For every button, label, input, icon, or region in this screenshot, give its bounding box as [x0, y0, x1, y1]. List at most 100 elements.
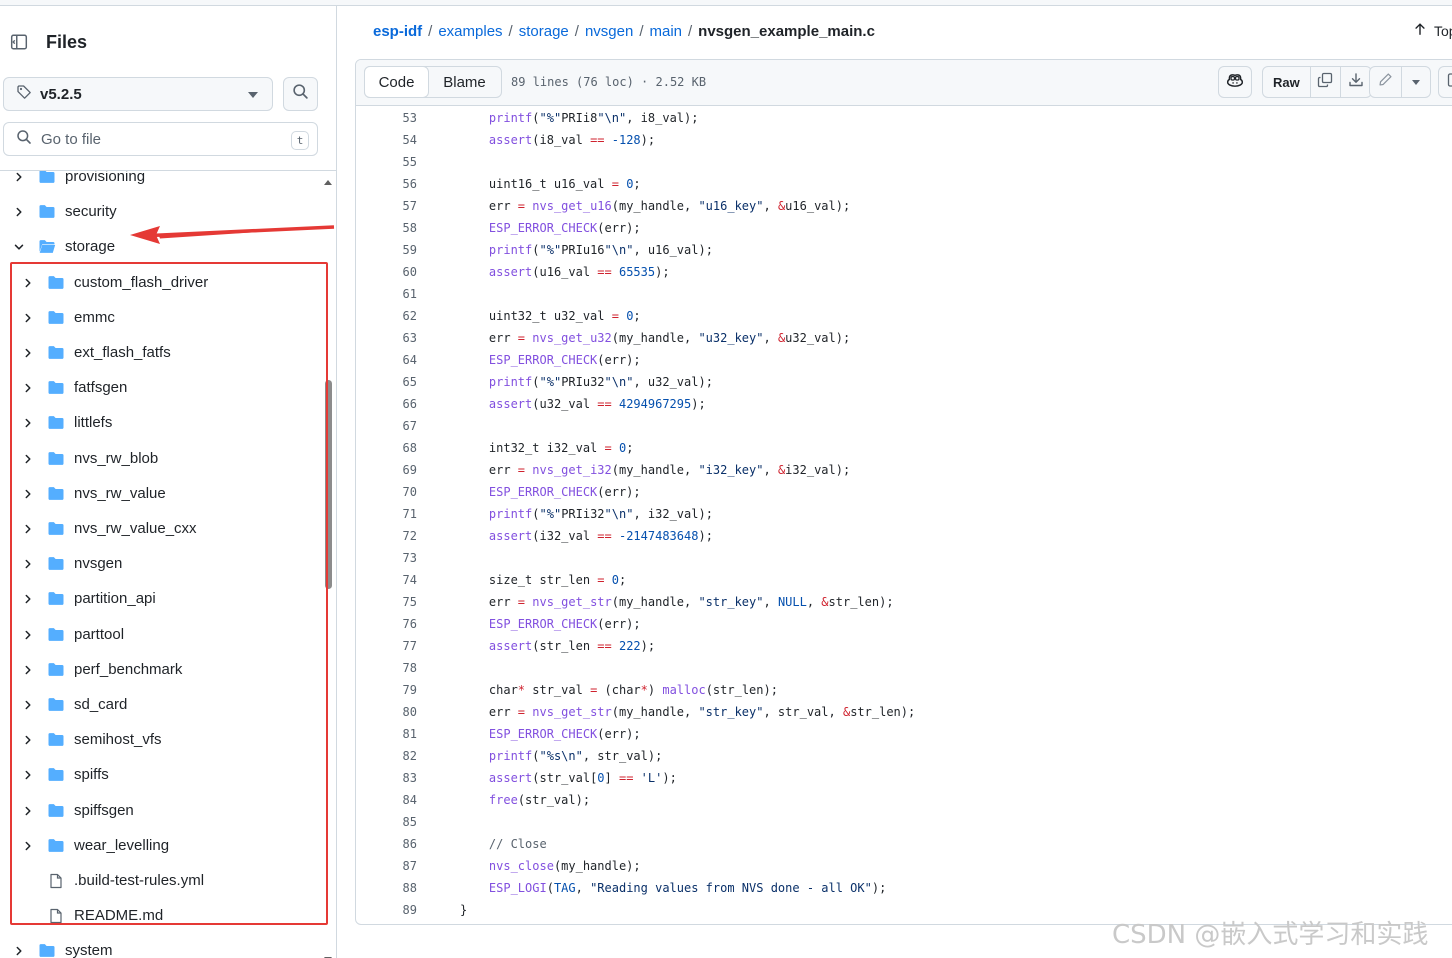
tree-item-sd-card[interactable]: sd_card [20, 687, 127, 722]
line-number[interactable]: 61 [356, 283, 417, 305]
breadcrumb-link-examples[interactable]: examples [438, 23, 502, 40]
tree-item-parttool[interactable]: parttool [20, 617, 124, 652]
folder-icon [47, 732, 65, 748]
edit-options-dropdown[interactable] [1402, 67, 1430, 97]
tree-item-spiffs[interactable]: spiffs [20, 757, 109, 792]
line-code: assert(u32_val == 4294967295); [488, 397, 706, 411]
line-number[interactable]: 80 [356, 701, 417, 723]
copy-raw-button[interactable] [1311, 67, 1341, 97]
line-number[interactable]: 87 [356, 855, 417, 877]
folder-icon [38, 204, 56, 220]
line-number[interactable]: 89 [356, 899, 417, 921]
line-number[interactable]: 60 [356, 261, 417, 283]
edit-file-button[interactable] [1370, 67, 1402, 97]
tag-icon [16, 84, 32, 105]
code-viewer-card: Code Blame 89 lines (76 loc) · 2.52 KB R… [355, 59, 1452, 925]
line-code: } [460, 903, 468, 917]
search-button[interactable] [283, 77, 318, 111]
line-number[interactable]: 74 [356, 569, 417, 591]
line-number[interactable]: 67 [356, 415, 417, 437]
search-icon [16, 129, 32, 150]
breadcrumb-link-esp-idf[interactable]: esp-idf [373, 23, 422, 40]
line-number[interactable]: 62 [356, 305, 417, 327]
line-number[interactable]: 86 [356, 833, 417, 855]
chevron-right-icon [20, 697, 36, 713]
copilot-button[interactable] [1218, 66, 1252, 98]
line-number[interactable]: 53 [356, 107, 417, 129]
tree-item-semihost-vfs[interactable]: semihost_vfs [20, 722, 162, 757]
line-number[interactable]: 68 [356, 437, 417, 459]
line-number[interactable]: 69 [356, 459, 417, 481]
tab-blame[interactable]: Blame [428, 67, 501, 97]
scroll-up-arrow[interactable] [324, 180, 332, 185]
tree-item-storage[interactable]: storage [11, 229, 115, 264]
tree-item-security[interactable]: security [11, 194, 117, 229]
tree-item-wear-levelling[interactable]: wear_levelling [20, 828, 169, 863]
line-code: err = nvs_get_u32(my_handle, "u32_key", … [460, 331, 851, 345]
tree-item-custom-flash-driver[interactable]: custom_flash_driver [20, 265, 208, 300]
tree-item-ext-flash-fatfs[interactable]: ext_flash_fatfs [20, 335, 171, 370]
sidebar-scrollbar[interactable] [325, 380, 332, 589]
line-number[interactable]: 84 [356, 789, 417, 811]
tree-item-provisioning[interactable]: provisioning [11, 159, 145, 194]
sidebar-collapse-icon[interactable] [4, 27, 34, 57]
line-number[interactable]: 88 [356, 877, 417, 899]
tree-item-emmc[interactable]: emmc [20, 300, 115, 335]
chevron-down-icon [248, 92, 258, 98]
line-number[interactable]: 82 [356, 745, 417, 767]
tree-item-partition-api[interactable]: partition_api [20, 581, 156, 616]
line-number[interactable]: 73 [356, 547, 417, 569]
line-number[interactable]: 71 [356, 503, 417, 525]
line-number[interactable]: 83 [356, 767, 417, 789]
edit-file-group [1369, 66, 1431, 98]
line-number[interactable]: 70 [356, 481, 417, 503]
line-number[interactable]: 64 [356, 349, 417, 371]
tree-item-perf-benchmark[interactable]: perf_benchmark [20, 652, 182, 687]
go-to-file-input[interactable]: Go to file t [3, 122, 318, 156]
tree-item-nvs-rw-value-cxx[interactable]: nvs_rw_value_cxx [20, 511, 197, 546]
code-line: 87 nvs_close(my_handle); [356, 855, 1452, 877]
tree-item-spiffsgen[interactable]: spiffsgen [20, 793, 134, 828]
tree-item-littlefs[interactable]: littlefs [20, 405, 112, 440]
line-number[interactable]: 72 [356, 525, 417, 547]
branch-selector[interactable]: v5.2.5 [3, 77, 273, 111]
line-number[interactable]: 81 [356, 723, 417, 745]
download-button[interactable] [1341, 67, 1371, 97]
line-number[interactable]: 78 [356, 657, 417, 679]
line-number[interactable]: 58 [356, 217, 417, 239]
line-number[interactable]: 76 [356, 613, 417, 635]
tree-item-readme-md[interactable]: README.md [20, 898, 163, 933]
line-number[interactable]: 77 [356, 635, 417, 657]
tree-item-build-test-rules-yml[interactable]: .build-test-rules.yml [20, 863, 204, 898]
line-number[interactable]: 75 [356, 591, 417, 613]
line-number[interactable]: 55 [356, 151, 417, 173]
raw-button[interactable]: Raw [1263, 67, 1311, 97]
code-line: 81 ESP_ERROR_CHECK(err); [356, 723, 1452, 745]
breadcrumb-link-nvsgen[interactable]: nvsgen [585, 23, 633, 40]
line-number[interactable]: 54 [356, 129, 417, 151]
top-button[interactable]: Top [1413, 22, 1452, 39]
breadcrumb-link-main[interactable]: main [649, 23, 682, 40]
line-number[interactable]: 57 [356, 195, 417, 217]
line-number[interactable]: 56 [356, 173, 417, 195]
line-code: printf("%"PRIu16"\n", u16_val); [488, 243, 713, 257]
line-number[interactable]: 85 [356, 811, 417, 833]
tree-item-nvsgen[interactable]: nvsgen [20, 546, 122, 581]
line-number[interactable]: 63 [356, 327, 417, 349]
tree-item-nvs-rw-value[interactable]: nvs_rw_value [20, 476, 166, 511]
tab-code[interactable]: Code [364, 66, 429, 98]
tree-item-label: ext_flash_fatfs [74, 344, 171, 361]
tree-item-fatfsgen[interactable]: fatfsgen [20, 370, 127, 405]
line-code: ESP_ERROR_CHECK(err); [488, 727, 641, 741]
tree-item-system[interactable]: system [11, 933, 113, 958]
line-number[interactable]: 59 [356, 239, 417, 261]
breadcrumb-link-storage[interactable]: storage [519, 23, 569, 40]
line-number[interactable]: 65 [356, 371, 417, 393]
tree-item-nvs-rw-blob[interactable]: nvs_rw_blob [20, 441, 158, 476]
raw-actions-group: Raw [1262, 66, 1372, 98]
tree-item-label: littlefs [74, 414, 113, 431]
symbols-panel-button[interactable] [1438, 66, 1452, 98]
line-number[interactable]: 79 [356, 679, 417, 701]
line-number[interactable]: 66 [356, 393, 417, 415]
